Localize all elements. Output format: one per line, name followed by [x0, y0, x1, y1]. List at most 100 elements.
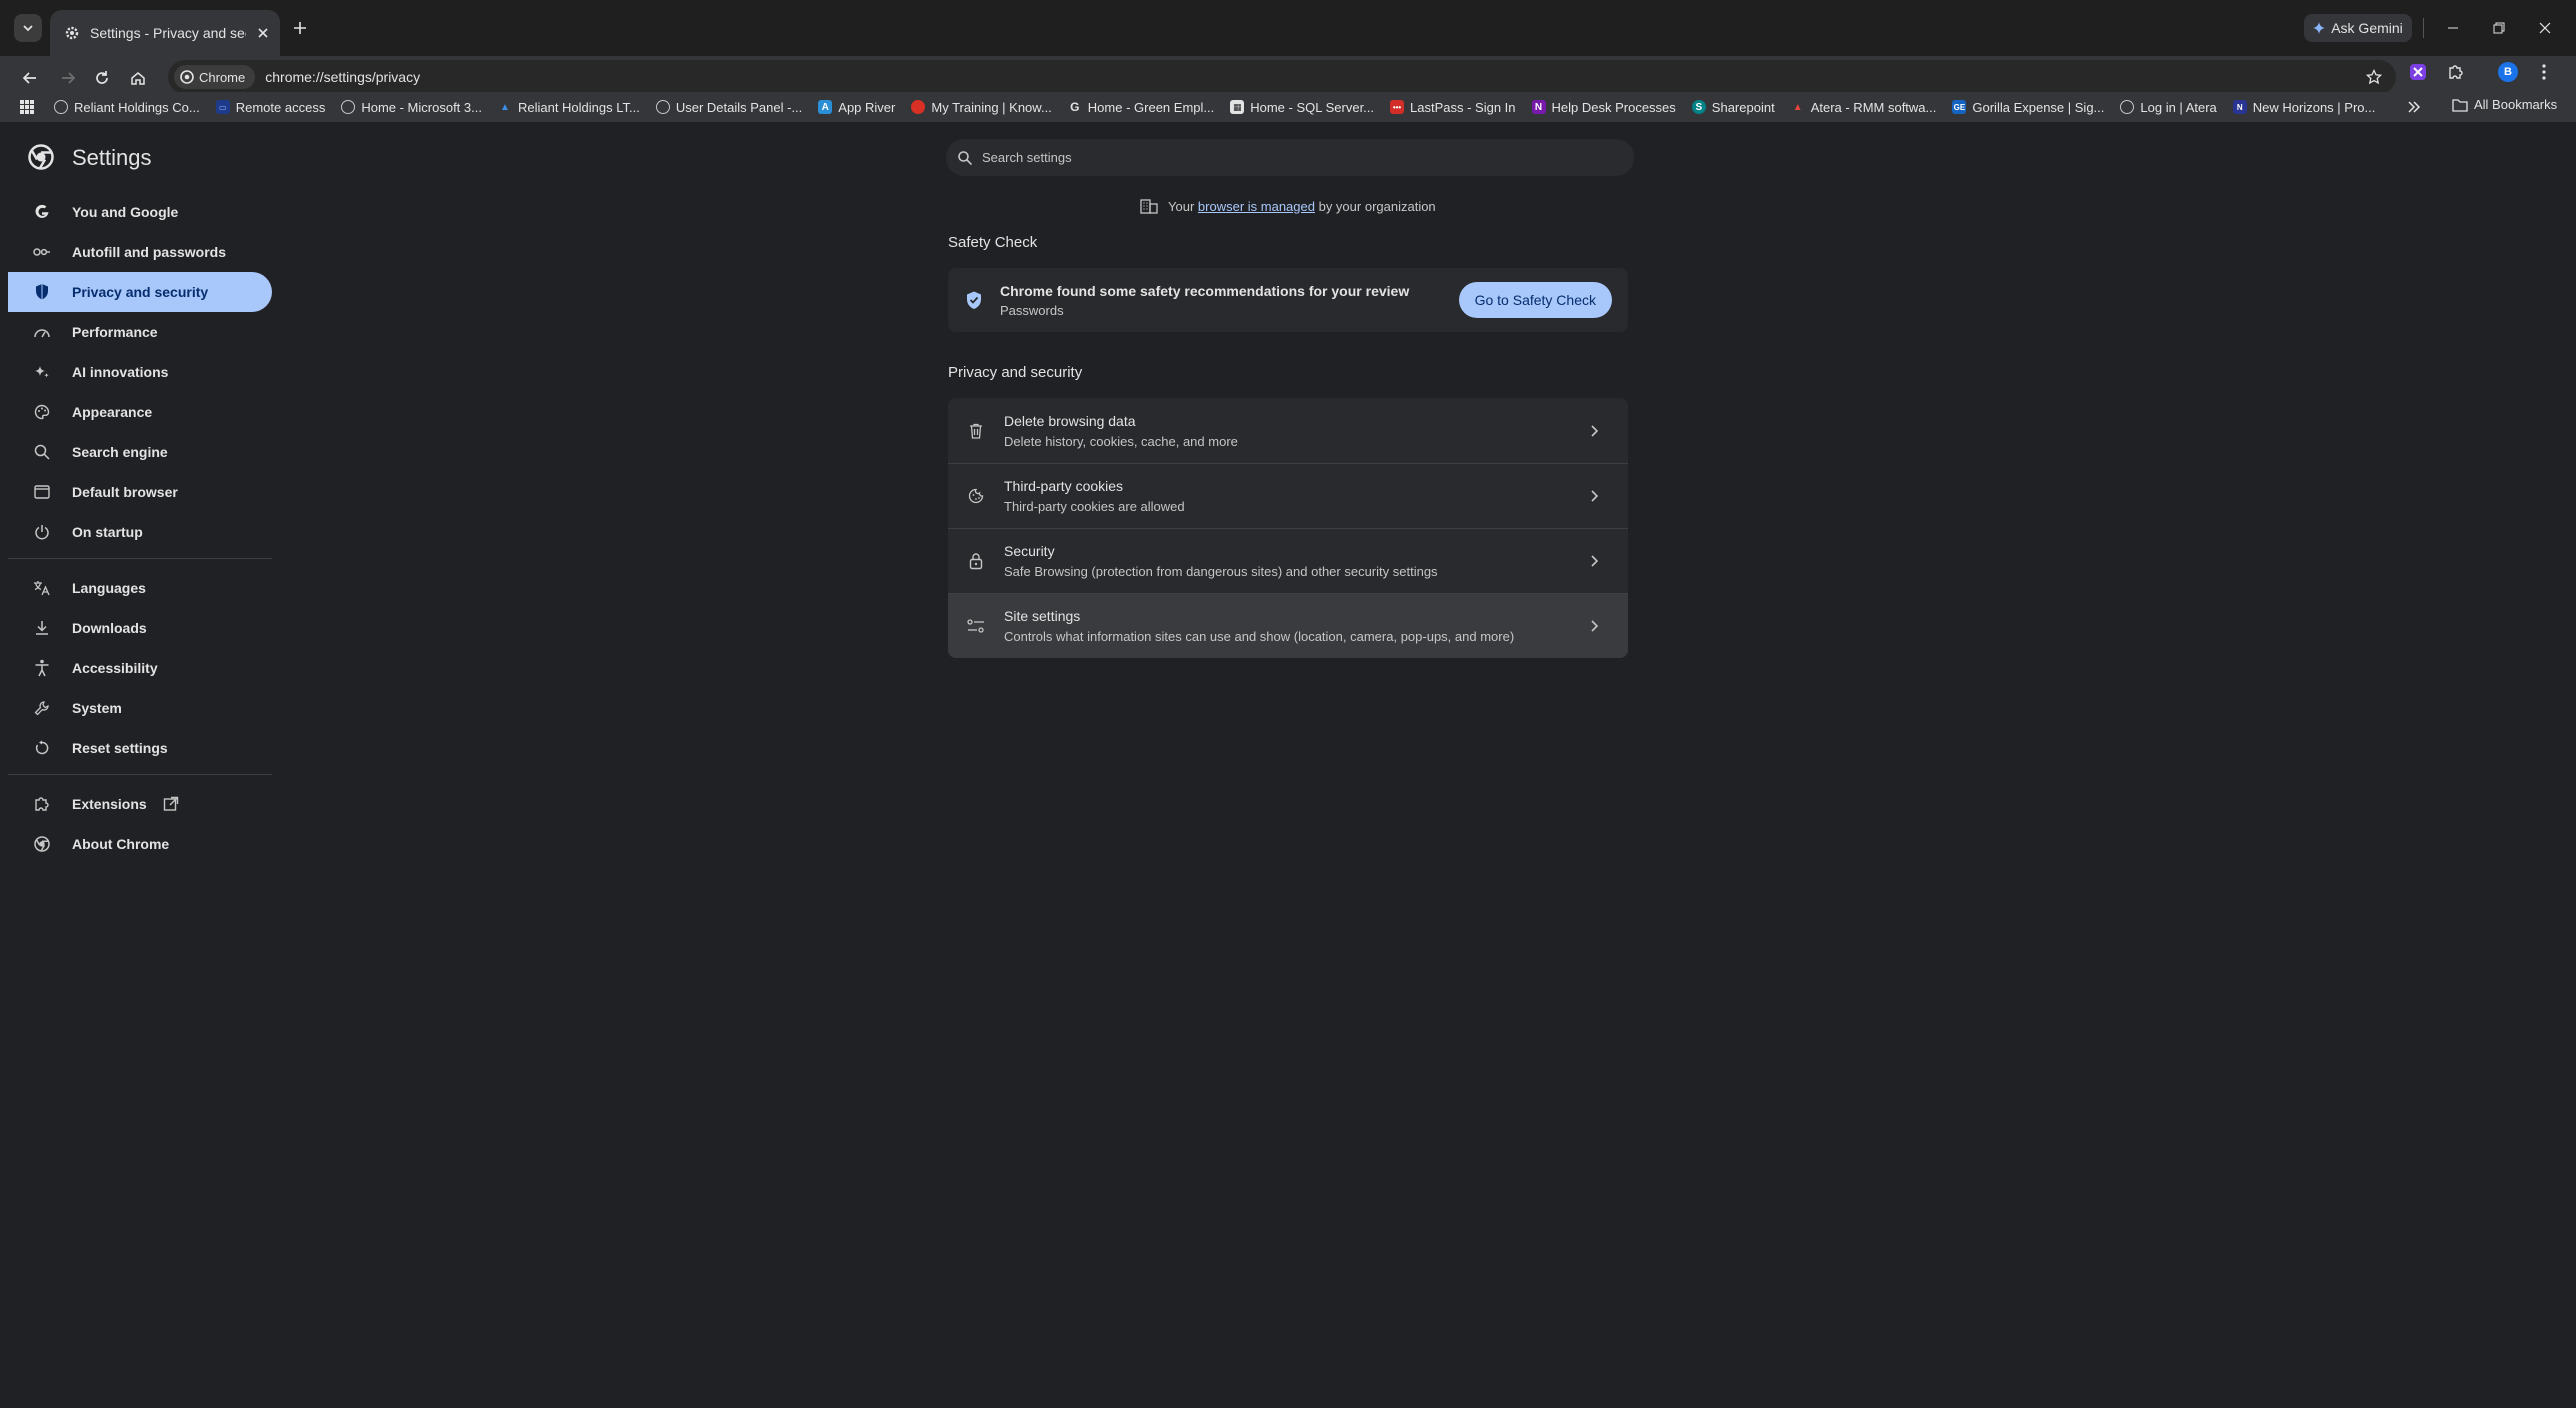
sidebar-item-extensions[interactable]: Extensions — [8, 784, 272, 824]
sidebar-item-ai-innovations[interactable]: AI innovations — [8, 352, 272, 392]
bookmark-item[interactable]: ••• LastPass - Sign In — [1390, 100, 1516, 115]
go-to-safety-check-button[interactable]: Go to Safety Check — [1458, 282, 1612, 318]
bookmark-item[interactable]: ▦ Home - SQL Server... — [1230, 100, 1374, 115]
wrench-icon — [32, 698, 52, 718]
bookmark-item[interactable]: ▲ Atera - RMM softwa... — [1791, 100, 1937, 115]
sidebar-item-on-startup[interactable]: On startup — [8, 512, 272, 552]
bookmark-item[interactable]: S Sharepoint — [1691, 100, 1775, 115]
sidebar-item-reset-settings[interactable]: Reset settings — [8, 728, 272, 768]
sidebar-item-downloads[interactable]: Downloads — [8, 608, 272, 648]
sidebar-item-privacy-and-security[interactable]: Privacy and security — [8, 272, 272, 312]
training-icon — [911, 100, 926, 114]
avatar: B — [2498, 62, 2518, 82]
chevron-right-icon — [1584, 421, 1604, 441]
close-icon — [2539, 22, 2551, 34]
search-settings-box[interactable] — [946, 139, 1634, 176]
bookmark-item[interactable]: N New Horizons | Pro... — [2232, 100, 2375, 115]
bookmark-item[interactable]: N Help Desk Processes — [1531, 100, 1676, 115]
download-icon — [32, 618, 52, 638]
sidebar-item-about-chrome[interactable]: About Chrome — [8, 824, 272, 864]
managed-notice: Your browser is managed by your organiza… — [1140, 198, 1436, 214]
bookmark-item[interactable]: Log in | Atera — [2120, 100, 2217, 115]
chrome-icon — [180, 70, 194, 84]
search-icon — [958, 150, 972, 165]
tab-settings[interactable]: Settings - Privacy and security — [50, 10, 280, 56]
lastpass-icon: ••• — [1390, 100, 1405, 114]
managed-suffix: by your organization — [1318, 198, 1436, 214]
arrow-right-icon — [62, 72, 76, 84]
bookmarks-bar: Reliant Holdings Co... ▭ Remote access Ho… — [0, 92, 2576, 122]
safety-check-card: Chrome found some safety recommendations… — [948, 268, 1628, 332]
close-icon[interactable] — [256, 26, 270, 40]
delete-browsing-data-row[interactable]: Delete browsing data Delete history, coo… — [948, 398, 1628, 463]
bookmark-star-button[interactable] — [2362, 65, 2386, 89]
site-info-chip[interactable]: Chrome — [174, 65, 256, 89]
extension-button[interactable] — [2404, 58, 2432, 86]
minimize-button[interactable] — [2438, 14, 2468, 42]
all-bookmarks-button[interactable]: All Bookmarks — [2452, 97, 2557, 112]
bookmark-item[interactable]: GE Gorilla Expense | Sig... — [1952, 100, 2104, 115]
search-icon — [32, 442, 52, 462]
sidebar-item-performance[interactable]: Performance — [8, 312, 272, 352]
bookmark-item[interactable]: Home - Microsoft 3... — [341, 100, 482, 115]
tab-search-button[interactable] — [14, 14, 42, 42]
sidebar-item-you-and-google[interactable]: You and Google — [8, 192, 272, 232]
bookmark-item[interactable]: User Details Panel -... — [655, 100, 802, 115]
sidebar-item-autofill[interactable]: Autofill and passwords — [8, 232, 272, 272]
sidebar-item-search-engine[interactable]: Search engine — [8, 432, 272, 472]
remote-icon: ▭ — [215, 100, 230, 114]
bookmark-item[interactable]: My Training | Know... — [911, 100, 1052, 115]
forward-button[interactable] — [54, 64, 82, 92]
row-subtitle: Safe Browsing (protection from dangerous… — [1004, 564, 1438, 579]
bookmark-item[interactable]: ▲ Reliant Holdings LT... — [498, 100, 640, 115]
speedometer-icon — [32, 322, 52, 342]
apps-button[interactable] — [18, 98, 36, 116]
address-bar[interactable]: Chrome chrome://settings/privacy — [168, 60, 2396, 94]
bookmark-item[interactable]: G Home - Green Empl... — [1068, 100, 1214, 115]
ask-gemini-button[interactable]: Ask Gemini — [2304, 14, 2412, 42]
extension-app-icon — [2410, 64, 2426, 80]
new-tab-button[interactable] — [288, 16, 312, 40]
extensions-menu-button[interactable] — [2442, 58, 2470, 86]
bookmark-item[interactable]: A App River — [818, 100, 895, 115]
atera-icon: ▲ — [1792, 101, 1803, 113]
sidebar-item-accessibility[interactable]: Accessibility — [8, 648, 272, 688]
sidebar-divider — [8, 774, 272, 775]
google-g-icon — [32, 202, 52, 222]
sidebar-item-system[interactable]: System — [8, 688, 272, 728]
horizons-icon: N — [2232, 100, 2247, 114]
puzzle-icon — [32, 794, 52, 814]
privacy-card: Delete browsing data Delete history, coo… — [948, 398, 1628, 658]
bookmarks-overflow-button[interactable] — [2404, 98, 2424, 116]
profile-button[interactable]: B — [2494, 58, 2522, 86]
bookmark-item[interactable]: ▭ Remote access — [215, 100, 325, 115]
row-subtitle: Delete history, cookies, cache, and more — [1004, 433, 1238, 449]
back-button[interactable] — [16, 64, 44, 92]
lock-icon — [966, 551, 986, 571]
row-title: Third-party cookies — [1004, 478, 1124, 494]
chrome-menu-button[interactable] — [2530, 58, 2558, 86]
building-icon — [1140, 199, 1158, 214]
restore-button[interactable] — [2484, 14, 2514, 42]
reload-button[interactable] — [88, 64, 116, 92]
sidebar-item-appearance[interactable]: Appearance — [8, 392, 272, 432]
site-settings-row[interactable]: Site settings Controls what information … — [948, 593, 1628, 658]
translate-icon — [32, 578, 52, 598]
sidebar-item-default-browser[interactable]: Default browser — [8, 472, 272, 512]
chevron-right-icon — [1584, 551, 1604, 571]
chevron-right-icon — [1584, 486, 1604, 506]
third-party-cookies-row[interactable]: Third-party cookies Third-party cookies … — [948, 463, 1628, 528]
bookmark-item[interactable]: Reliant Holdings Co... — [54, 100, 200, 115]
gear-icon — [65, 26, 79, 40]
close-window-button[interactable] — [2530, 14, 2560, 42]
search-input[interactable] — [982, 150, 1582, 165]
browser-managed-link[interactable]: browser is managed — [1198, 199, 1315, 214]
home-button[interactable] — [124, 64, 152, 92]
page-title: Settings — [72, 145, 152, 170]
globe-icon — [655, 100, 670, 114]
security-row[interactable]: Security Safe Browsing (protection from … — [948, 528, 1628, 593]
sidebar-item-languages[interactable]: Languages — [8, 568, 272, 608]
row-title: Security — [1004, 543, 1055, 559]
gemini-sparkle-icon — [2313, 22, 2326, 34]
url-text[interactable]: chrome://settings/privacy — [265, 69, 420, 85]
